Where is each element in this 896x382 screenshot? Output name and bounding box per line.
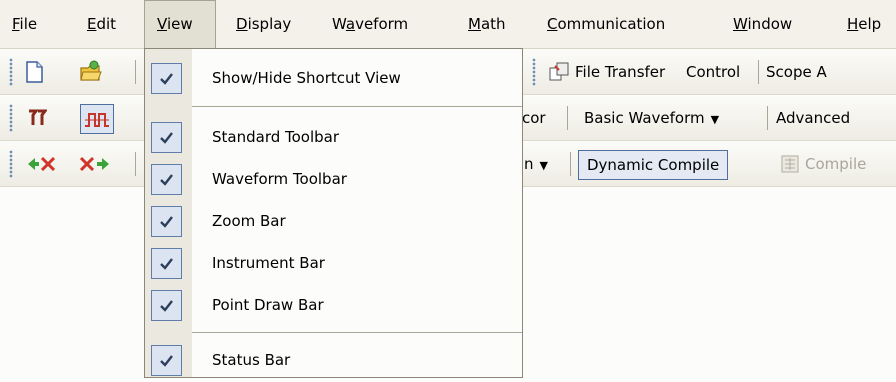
check-icon: [151, 63, 182, 94]
new-document-icon[interactable]: [24, 61, 44, 83]
view-menu-dropdown: Show/Hide Shortcut View Standard Toolbar…: [144, 48, 523, 378]
menu-display[interactable]: Display: [236, 0, 291, 48]
advanced-button[interactable]: Advanced: [776, 96, 850, 140]
toolbar-grip[interactable]: [532, 58, 536, 86]
file-transfer-icon: [549, 62, 569, 81]
cursor-markers-icon[interactable]: [27, 109, 47, 127]
compile-button[interactable]: Compile: [805, 142, 866, 186]
menu-window[interactable]: Window: [733, 0, 792, 48]
scope-button[interactable]: Scope A: [766, 50, 827, 94]
open-folder-icon[interactable]: [79, 59, 103, 83]
chevron-down-icon: ▼: [710, 113, 720, 126]
menu-help[interactable]: Help: [847, 0, 881, 48]
menu-communication[interactable]: Communication: [547, 0, 665, 48]
menu-bar: File Edit View Display Waveform Math Com…: [0, 0, 896, 49]
menu-item-label: Show/Hide Shortcut View: [212, 69, 401, 87]
compile-icon: [781, 155, 799, 173]
menu-item-label: Zoom Bar: [212, 212, 286, 230]
file-transfer-button[interactable]: File Transfer: [575, 50, 665, 94]
menu-item-label: Status Bar: [212, 351, 291, 369]
menu-item-show-hide-shortcut-view[interactable]: Show/Hide Shortcut View: [145, 57, 522, 100]
toolbar-separator: [567, 106, 568, 130]
check-icon: [151, 345, 182, 376]
toolbar-separator: [767, 106, 768, 130]
menu-math[interactable]: Math: [468, 0, 506, 48]
check-icon: [151, 206, 182, 237]
menu-item-instrument-bar[interactable]: Instrument Bar: [145, 242, 522, 285]
toolbar-grip[interactable]: [9, 150, 13, 178]
toolbar-grip[interactable]: [9, 58, 13, 86]
menu-item-label: Waveform Toolbar: [212, 170, 347, 188]
toolbar-separator: [135, 60, 136, 84]
menu-item-label: Instrument Bar: [212, 254, 325, 272]
waveform-square-icon: [85, 113, 109, 127]
control-button[interactable]: Control: [686, 50, 740, 94]
arrows-outward-icon[interactable]: [80, 155, 110, 173]
menu-item-zoom-bar[interactable]: Zoom Bar: [145, 200, 522, 243]
toolbar-separator: [135, 152, 136, 176]
menu-waveform[interactable]: Waveform: [332, 0, 408, 48]
toolbar-partial-dropdown[interactable]: n ▼: [524, 142, 548, 186]
menu-item-waveform-toolbar[interactable]: Waveform Toolbar: [145, 158, 522, 201]
check-icon: [151, 290, 182, 321]
toolbar-partial-label[interactable]: cor: [522, 96, 546, 140]
menu-separator: [192, 106, 522, 107]
menu-item-label: Point Draw Bar: [212, 296, 324, 314]
menu-edit[interactable]: Edit: [87, 0, 116, 48]
basic-waveform-dropdown[interactable]: Basic Waveform ▼: [584, 96, 719, 140]
menu-separator: [192, 332, 522, 333]
dynamic-compile-button[interactable]: Dynamic Compile: [578, 150, 729, 180]
check-icon: [151, 122, 182, 153]
menu-file[interactable]: File: [12, 0, 37, 48]
menu-item-point-draw-bar[interactable]: Point Draw Bar: [145, 284, 522, 327]
menu-item-status-bar[interactable]: Status Bar: [145, 339, 522, 382]
menu-item-standard-toolbar[interactable]: Standard Toolbar: [145, 116, 522, 159]
check-icon: [151, 248, 182, 279]
arrows-inward-icon[interactable]: [27, 155, 55, 173]
waveform-square-button[interactable]: [80, 104, 114, 134]
toolbar-grip[interactable]: [9, 104, 13, 132]
chevron-down-icon: ▼: [539, 159, 548, 172]
toolbar-separator: [758, 60, 759, 84]
toolbar-separator: [570, 152, 571, 176]
check-icon: [151, 164, 182, 195]
menu-view[interactable]: View: [144, 0, 216, 48]
menu-item-label: Standard Toolbar: [212, 128, 340, 146]
